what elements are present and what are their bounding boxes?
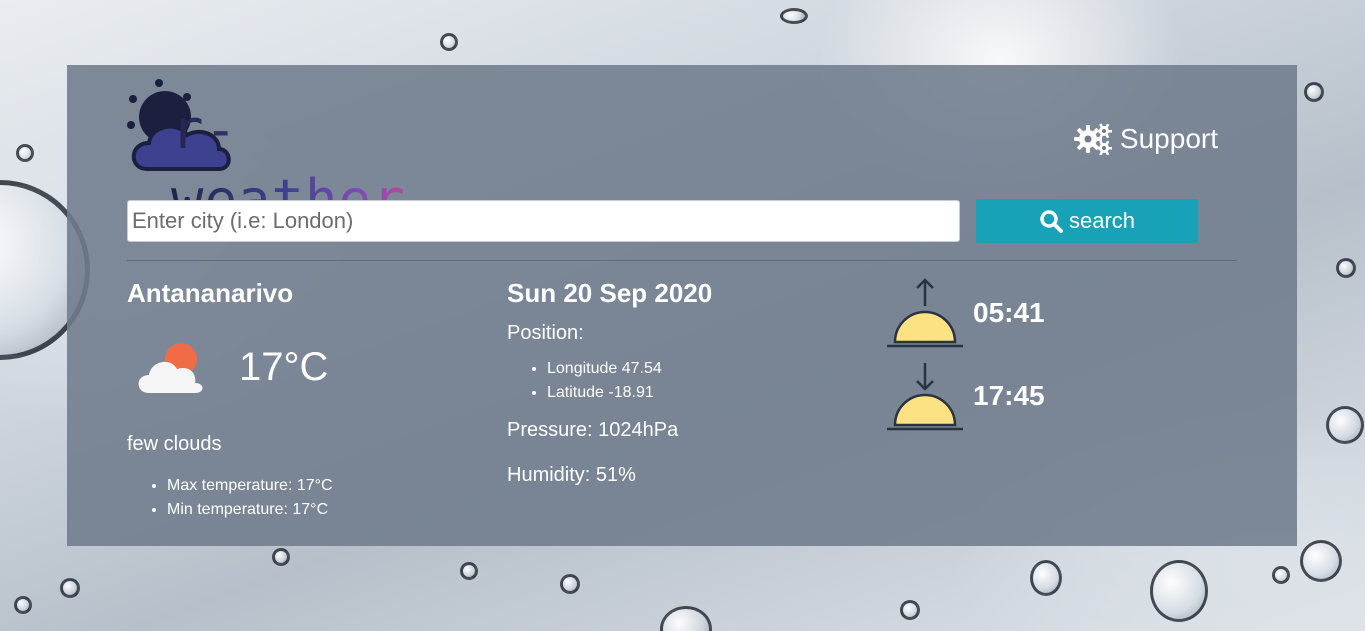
city-name: Antananarivo (127, 278, 294, 308)
sunrise-icon (887, 278, 963, 348)
pressure: Pressure: 1024hPa (507, 419, 679, 441)
search-button-label: search (1068, 208, 1136, 233)
temperature-value: 17°C (239, 344, 329, 389)
sunset-row: 17:45 (885, 356, 1145, 436)
position-label: Position: (507, 322, 584, 344)
latitude: Latitude -18.91 (547, 381, 867, 405)
position-list: Longitude 47.54 Latitude -18.91 (507, 357, 867, 405)
temperature-row: 17°C (127, 331, 467, 403)
city-search-input[interactable] (127, 200, 960, 242)
sunrise-time: 05:41 (973, 297, 1045, 328)
search-button[interactable]: search (976, 199, 1198, 243)
current-weather: Antananarivo 17°C few clouds Max tempera… (127, 277, 467, 522)
humidity: Humidity: 51% (507, 464, 636, 486)
longitude: Longitude 47.54 (547, 357, 867, 381)
date: Sun 20 Sep 2020 (507, 278, 713, 308)
cloud-sun-icon (138, 343, 203, 393)
weather-panel: r-weather Support (67, 65, 1297, 546)
sunset-icon (887, 363, 963, 431)
sunset-time: 17:45 (973, 380, 1045, 411)
support-link[interactable]: Support (1073, 123, 1218, 155)
search-icon (1040, 210, 1063, 233)
r-weather-logo: r-weather (127, 77, 437, 231)
max-temperature: Max temperature: 17°C (167, 474, 467, 498)
sun-times: 05:41 17:45 (885, 273, 1145, 436)
divider (127, 260, 1237, 261)
sunrise-row: 05:41 (885, 273, 1145, 353)
weather-description: few clouds (127, 433, 222, 455)
temperature-details: Max temperature: 17°C Min temperature: 1… (127, 474, 467, 522)
location-info: Sun 20 Sep 2020 Position: Longitude 47.5… (507, 277, 867, 487)
gears-icon (1073, 123, 1112, 155)
min-temperature: Min temperature: 17°C (167, 498, 467, 522)
support-label: Support (1119, 123, 1218, 154)
